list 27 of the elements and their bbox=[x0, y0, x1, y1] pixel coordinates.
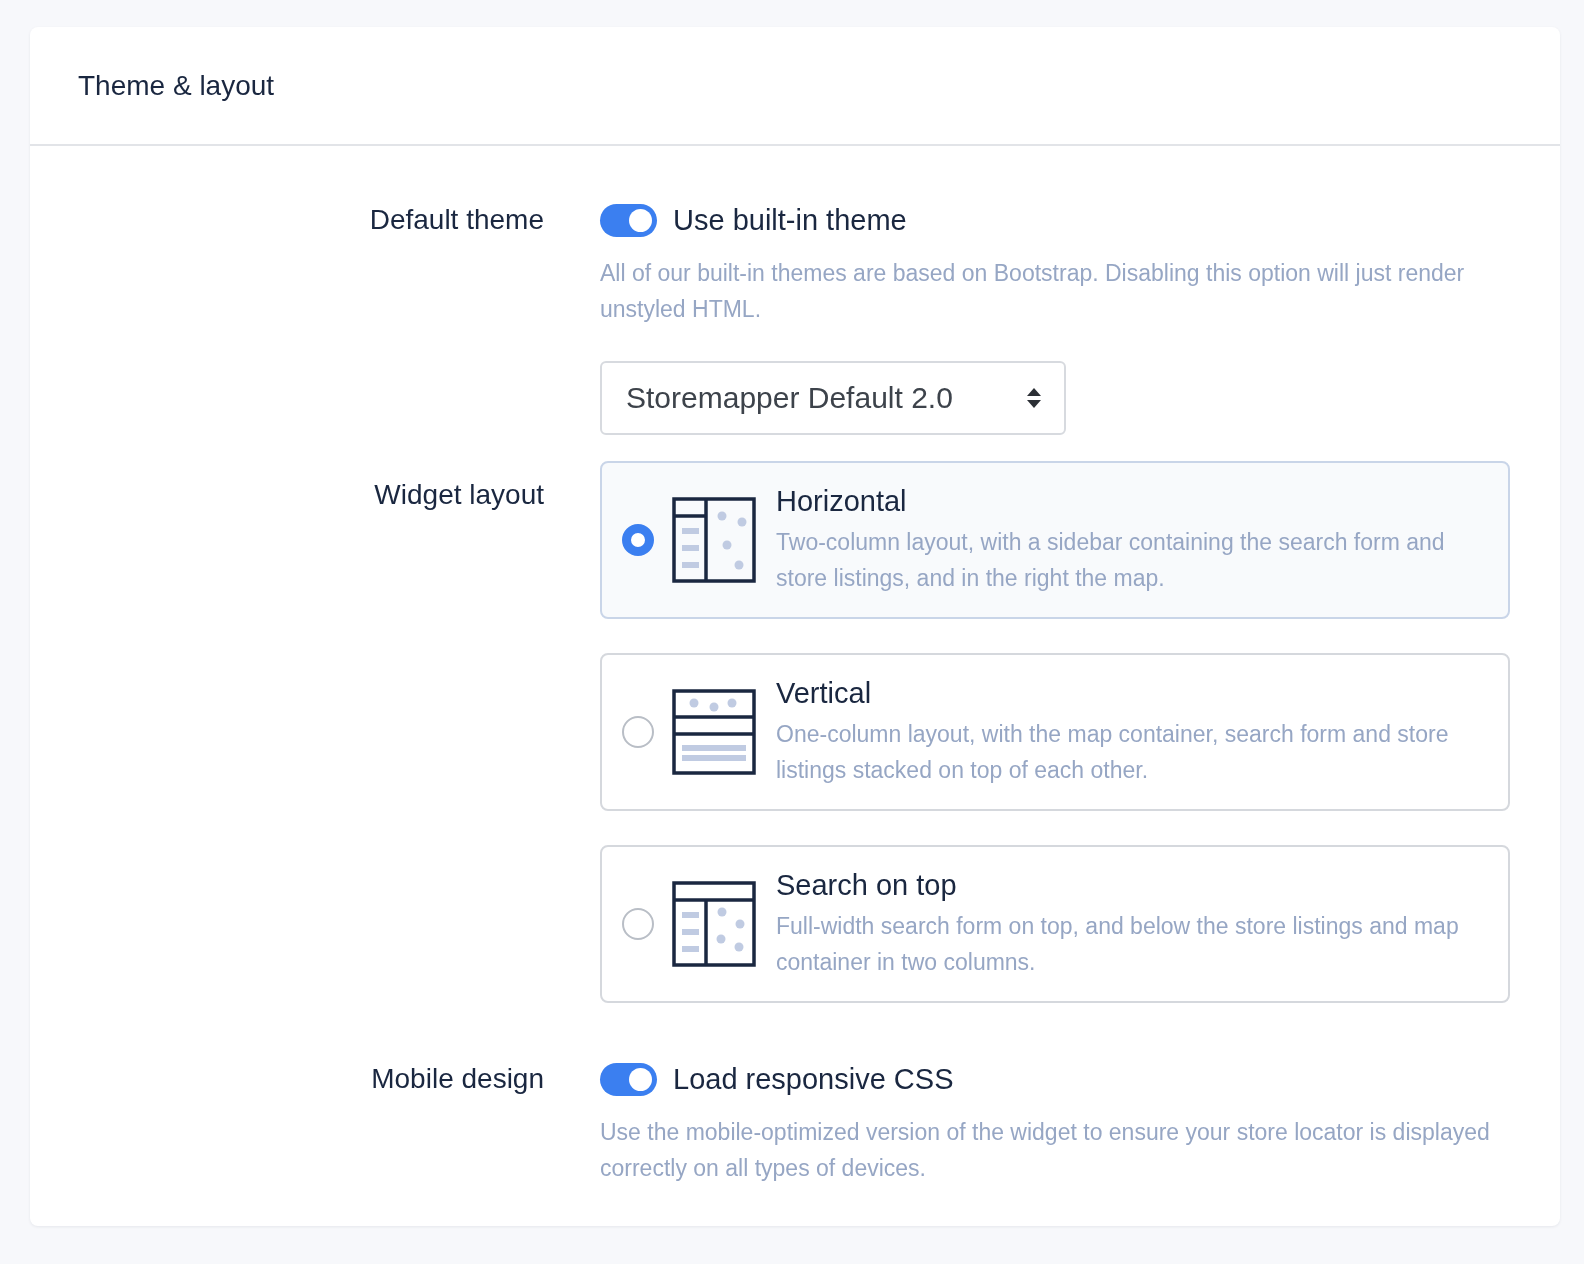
panel-title: Theme & layout bbox=[78, 69, 275, 102]
setting-label: Mobile design bbox=[370, 1063, 544, 1096]
two-column-layout-icon bbox=[672, 497, 756, 583]
option-description: One-column layout, with the map container, search form and store listings stacked on top of each other. bbox=[776, 719, 1450, 785]
toggle-switch[interactable] bbox=[600, 204, 657, 237]
sort-arrows-icon bbox=[1026, 387, 1042, 409]
setting-label: Widget layout bbox=[373, 478, 544, 512]
theme-select[interactable]: Storemapper Default 2.0 bbox=[600, 361, 1066, 435]
layout-option-card[interactable]: Search on top Full-width search form on top, and below the store listings and map container in two columns. bbox=[600, 845, 1510, 1003]
radio-button[interactable] bbox=[622, 908, 654, 940]
option-title: Horizontal bbox=[776, 484, 908, 518]
setting-label: Default theme bbox=[368, 204, 544, 237]
radio-button[interactable] bbox=[622, 524, 654, 556]
toggle-switch[interactable] bbox=[600, 1063, 657, 1096]
option-description: Two-column layout, with a sidebar containing the search form and store listings, and in the right the map. bbox=[776, 527, 1446, 593]
help-text: All of our built-in themes are based on Bootstrap. Disabling this option will just render unstyled HTML. bbox=[600, 259, 1466, 324]
toggle-label: Load responsive CSS bbox=[673, 1063, 954, 1096]
option-title: Vertical bbox=[776, 676, 873, 710]
layout-option-card[interactable]: Vertical One-column layout, with the map container, search form and store listings stacked on top of each other. bbox=[600, 653, 1510, 811]
option-title: Search on top bbox=[776, 868, 958, 902]
radio-button[interactable] bbox=[622, 716, 654, 748]
option-description: Full-width search form on top, and below the store listings and map container in two columns. bbox=[776, 911, 1460, 977]
toggle-label: Use built-in theme bbox=[673, 204, 907, 237]
search-top-layout-icon bbox=[672, 881, 756, 967]
layout-option-card[interactable]: Horizontal Two-column layout, with a sidebar containing the search form and store listings, and in the right the map. bbox=[600, 461, 1510, 619]
one-column-layout-icon bbox=[672, 689, 756, 775]
help-text: Use the mobile-optimized version of the widget to ensure your store locator is displayed correctly on all types of devices. bbox=[600, 1118, 1491, 1183]
